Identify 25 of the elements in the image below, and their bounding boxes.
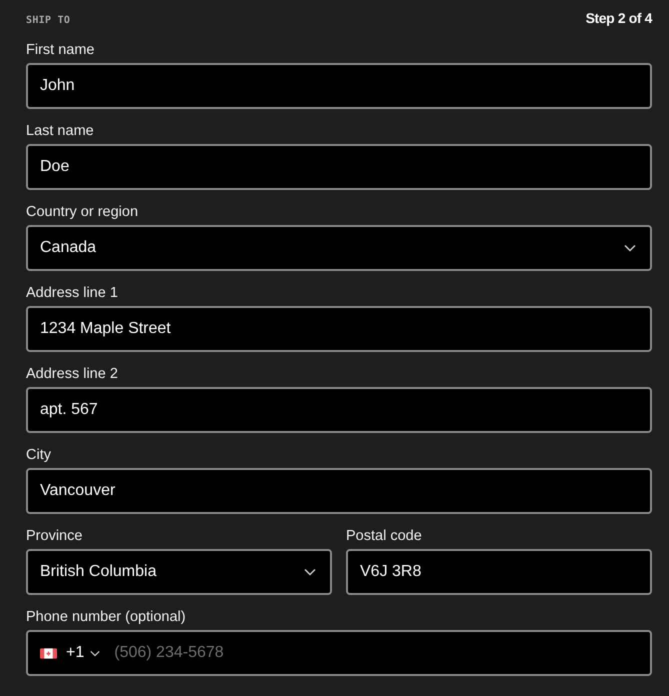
select-field[interactable]: British Columbia — [26, 549, 332, 595]
field-label: Country or region — [26, 203, 140, 221]
input-field[interactable]: apt. 567 — [26, 387, 652, 433]
field-label: Last name — [26, 122, 95, 140]
step-indicator: Step 2 of 4 — [586, 10, 652, 26]
field-label: Address line 1 — [26, 284, 119, 302]
select-field[interactable]: Canada — [26, 225, 652, 271]
input-field[interactable]: V6J 3R8 — [346, 549, 652, 595]
field-label: City — [26, 446, 52, 464]
field-label: Address line 2 — [26, 365, 119, 383]
phone-field[interactable]: +1 (506) 234-5678 — [26, 630, 652, 676]
chevron-down-icon — [624, 244, 636, 252]
input-field[interactable]: Vancouver — [26, 468, 652, 514]
field-label: Postal code — [346, 527, 423, 545]
input-field[interactable]: 1234 Maple Street — [26, 306, 652, 352]
field-label: Phone number (optional) — [26, 608, 187, 626]
section-title: SHIP TO — [26, 14, 70, 26]
flag-icon — [40, 648, 57, 658]
chevron-down-icon — [90, 650, 100, 656]
input-field[interactable]: John — [26, 63, 652, 109]
chevron-down-icon — [304, 568, 316, 576]
field-label: First name — [26, 41, 96, 59]
field-label: Province — [26, 527, 84, 545]
country-code-picker[interactable]: +1 — [40, 644, 102, 662]
input-field[interactable]: Doe — [26, 144, 652, 190]
